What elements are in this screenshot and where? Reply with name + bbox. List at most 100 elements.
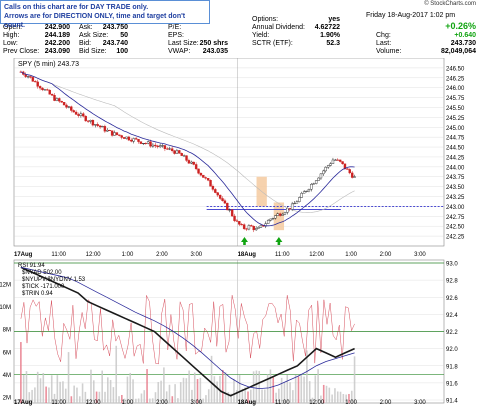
candle-body — [312, 183, 315, 185]
price-tick-label: 242.75 — [446, 215, 465, 221]
rsi-title: RSI 91.94 — [18, 263, 45, 269]
candle-body — [329, 163, 332, 166]
volume-bar — [78, 396, 81, 403]
candle-body — [178, 150, 181, 154]
volume-bar — [179, 382, 182, 403]
candle-body — [182, 155, 186, 157]
candle-body — [125, 136, 128, 139]
volume-bar — [22, 375, 25, 403]
volume-bar — [261, 389, 263, 403]
volume-bar — [252, 371, 255, 403]
high-value: 244.189 — [44, 32, 70, 39]
price-chart: 246.50 246.25 246.00 245.75 245.50 245.25 245.… — [0, 58, 465, 406]
legend-entry: $TICK -171.000 — [22, 284, 65, 290]
x-tick-label: 1:00 — [345, 400, 357, 406]
x-tick-label: 11:00 — [51, 400, 66, 406]
candle-body — [77, 114, 80, 116]
candle-body — [82, 113, 85, 117]
candle-body — [230, 209, 234, 217]
candle-body — [65, 104, 68, 108]
candle-body — [142, 143, 145, 145]
x-tick-label: 11:00 — [51, 252, 66, 258]
volume-bar — [221, 369, 224, 403]
candle-body — [290, 203, 294, 210]
candle-body — [170, 148, 174, 151]
candle-body — [199, 172, 203, 176]
x-tick-label: 3:00 — [414, 252, 426, 258]
volume-bar — [48, 387, 50, 403]
candle-body — [226, 202, 229, 211]
volume-bar — [104, 391, 106, 403]
left-tick-label: 2M — [3, 396, 11, 402]
candle-body — [269, 218, 272, 221]
volume-bar — [269, 369, 272, 403]
volume-bar — [168, 384, 171, 403]
trade-note-line1: Calls on this chart are for DAY TRADE on… — [4, 4, 149, 11]
sctr-value: 52.3 — [326, 40, 340, 47]
candle-body — [245, 228, 248, 230]
volume-bar — [314, 375, 317, 403]
candle-body — [259, 224, 263, 228]
volume-bar — [34, 387, 36, 403]
volume-bar — [45, 386, 47, 403]
volume-bar — [70, 396, 73, 403]
candle-body — [185, 155, 188, 161]
candle-body — [336, 159, 339, 161]
x-tick-label: 2:00 — [156, 400, 168, 406]
x-tick-label: 1:00 — [122, 400, 134, 406]
price-tick-label: 244.00 — [446, 165, 465, 171]
candle-body — [250, 225, 253, 227]
candle-body — [31, 77, 35, 82]
asksize-value: 50 — [120, 32, 128, 39]
candle-body — [283, 212, 287, 215]
volume-bar — [73, 385, 75, 403]
candle-body — [101, 126, 104, 128]
candle-body — [146, 141, 150, 144]
right-tick-label: 92.8 — [446, 279, 458, 285]
price-tick-label: 242.25 — [446, 235, 465, 241]
candle-body — [74, 111, 78, 115]
price-tick-label: 244.25 — [446, 155, 465, 161]
candle-body — [53, 95, 56, 101]
candle-body — [34, 81, 37, 83]
candle-body — [206, 178, 210, 181]
candle-body — [228, 209, 231, 211]
volume-bar — [118, 396, 120, 403]
price-tick-label: 244.50 — [446, 146, 465, 152]
volume-bar — [328, 387, 331, 403]
candle-body — [254, 228, 258, 231]
candle-body — [298, 197, 301, 202]
volume-bar — [137, 398, 140, 403]
x-tick-label: 3:00 — [190, 252, 202, 258]
volume-bar — [107, 377, 109, 403]
candle-body — [98, 125, 102, 128]
bidsize-value: 100 — [116, 48, 128, 55]
price-tick-label: 243.25 — [446, 195, 465, 201]
x-tick-label: 3:00 — [190, 400, 202, 406]
candle-body — [322, 170, 325, 175]
candle-body — [187, 160, 191, 164]
candle-body — [324, 166, 327, 172]
volume-bar — [255, 370, 258, 403]
volume-bar — [210, 355, 213, 403]
trade-note: Calls on this chart are for DAY TRADE on… — [0, 0, 210, 29]
right-tick-label: 91.4 — [446, 399, 458, 405]
candle-body — [48, 89, 51, 95]
candle-body — [202, 174, 205, 178]
volume-bar — [112, 387, 115, 403]
candle-body — [94, 124, 97, 126]
bid-label: Bid: — [79, 40, 92, 47]
candle-body — [43, 89, 47, 91]
right-tick-label: 92.6 — [446, 296, 458, 302]
candle-body — [338, 159, 342, 162]
x-tick-label: 11:00 — [275, 400, 290, 406]
candle-body — [55, 98, 59, 101]
right-tick-label: 91.6 — [446, 381, 458, 387]
candle-body — [36, 81, 39, 87]
candle-body — [110, 130, 114, 136]
candle-body — [353, 176, 356, 178]
price-tick-label: 246.50 — [446, 66, 465, 72]
x-tick-label: 2:00 — [380, 252, 392, 258]
x-tick-label: 1:00 — [122, 252, 134, 258]
volume-bar — [149, 398, 151, 403]
